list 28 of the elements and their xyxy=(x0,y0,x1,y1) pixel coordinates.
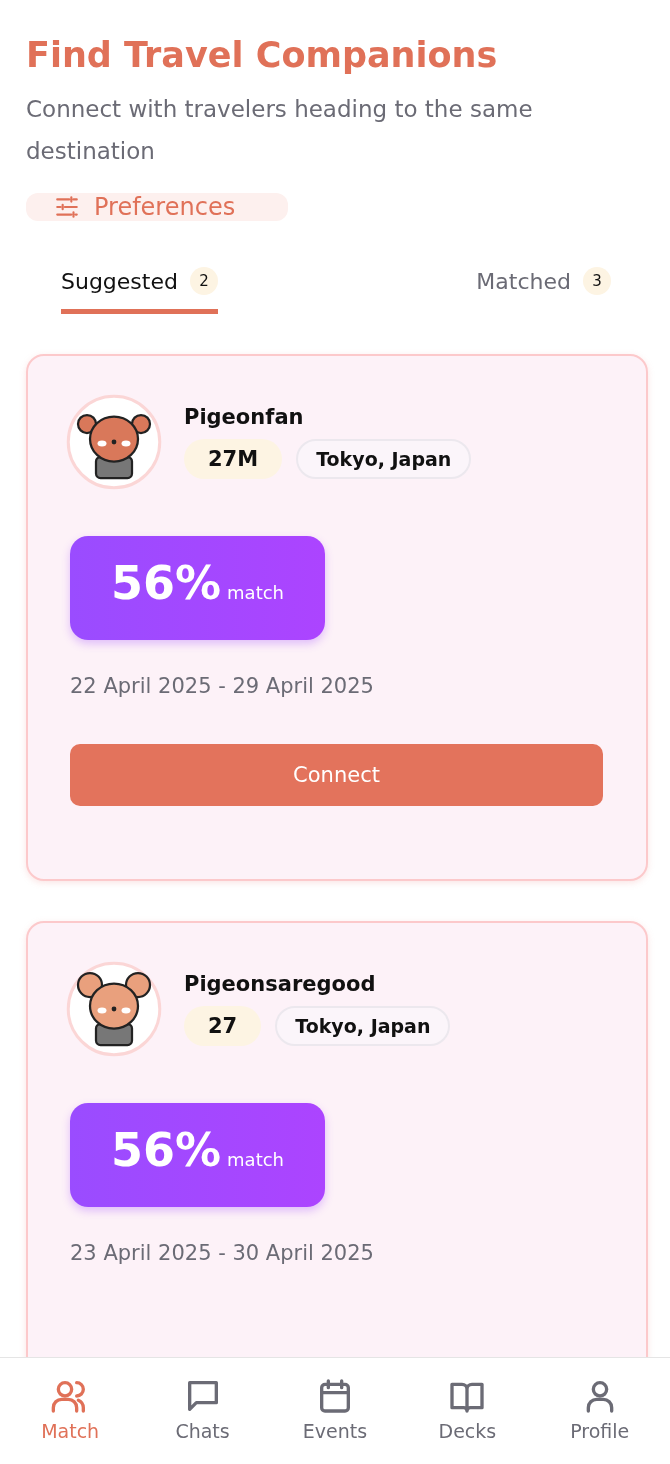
match-label: match xyxy=(227,1149,284,1170)
sliders-icon xyxy=(54,194,80,220)
nav-item[interactable]: Chats xyxy=(142,1358,263,1464)
travel-dates: 22 April 2025 - 29 April 2025 xyxy=(70,674,375,698)
nav-item[interactable]: Match xyxy=(10,1358,131,1464)
location-tag: Tokyo, Japan xyxy=(296,439,472,479)
location-tag: Tokyo, Japan xyxy=(275,1006,451,1046)
match-percent: 56% xyxy=(110,1125,222,1175)
travel-dates: 23 April 2025 - 30 April 2025 xyxy=(70,1241,375,1265)
tab[interactable]: Matched 3 xyxy=(476,257,611,314)
age-tag: 27M xyxy=(184,439,283,479)
username: Pigeonfan xyxy=(184,405,305,429)
nav-item[interactable]: Events xyxy=(274,1358,395,1464)
count-badge: 2 xyxy=(189,267,218,295)
page-subtitle: Connect with travelers heading to the same destination xyxy=(26,95,534,166)
connect-button[interactable]: Connect xyxy=(70,744,603,806)
animal-avatar-icon xyxy=(66,961,162,1057)
tab[interactable]: Suggested 2 xyxy=(61,257,218,314)
count-badge: 3 xyxy=(583,267,611,295)
age-tag: 27 xyxy=(184,1006,262,1046)
username: Pigeonsaregood xyxy=(184,972,377,996)
preferences-button[interactable]: Preferences xyxy=(26,193,288,221)
nav-item[interactable]: Profile xyxy=(539,1358,660,1464)
nav-item[interactable]: Decks xyxy=(407,1358,528,1464)
page-title: Find Travel Companions xyxy=(26,34,498,77)
match-percent: 56% xyxy=(110,558,222,608)
animal-avatar-icon xyxy=(66,394,162,490)
match-label: match xyxy=(227,582,284,603)
